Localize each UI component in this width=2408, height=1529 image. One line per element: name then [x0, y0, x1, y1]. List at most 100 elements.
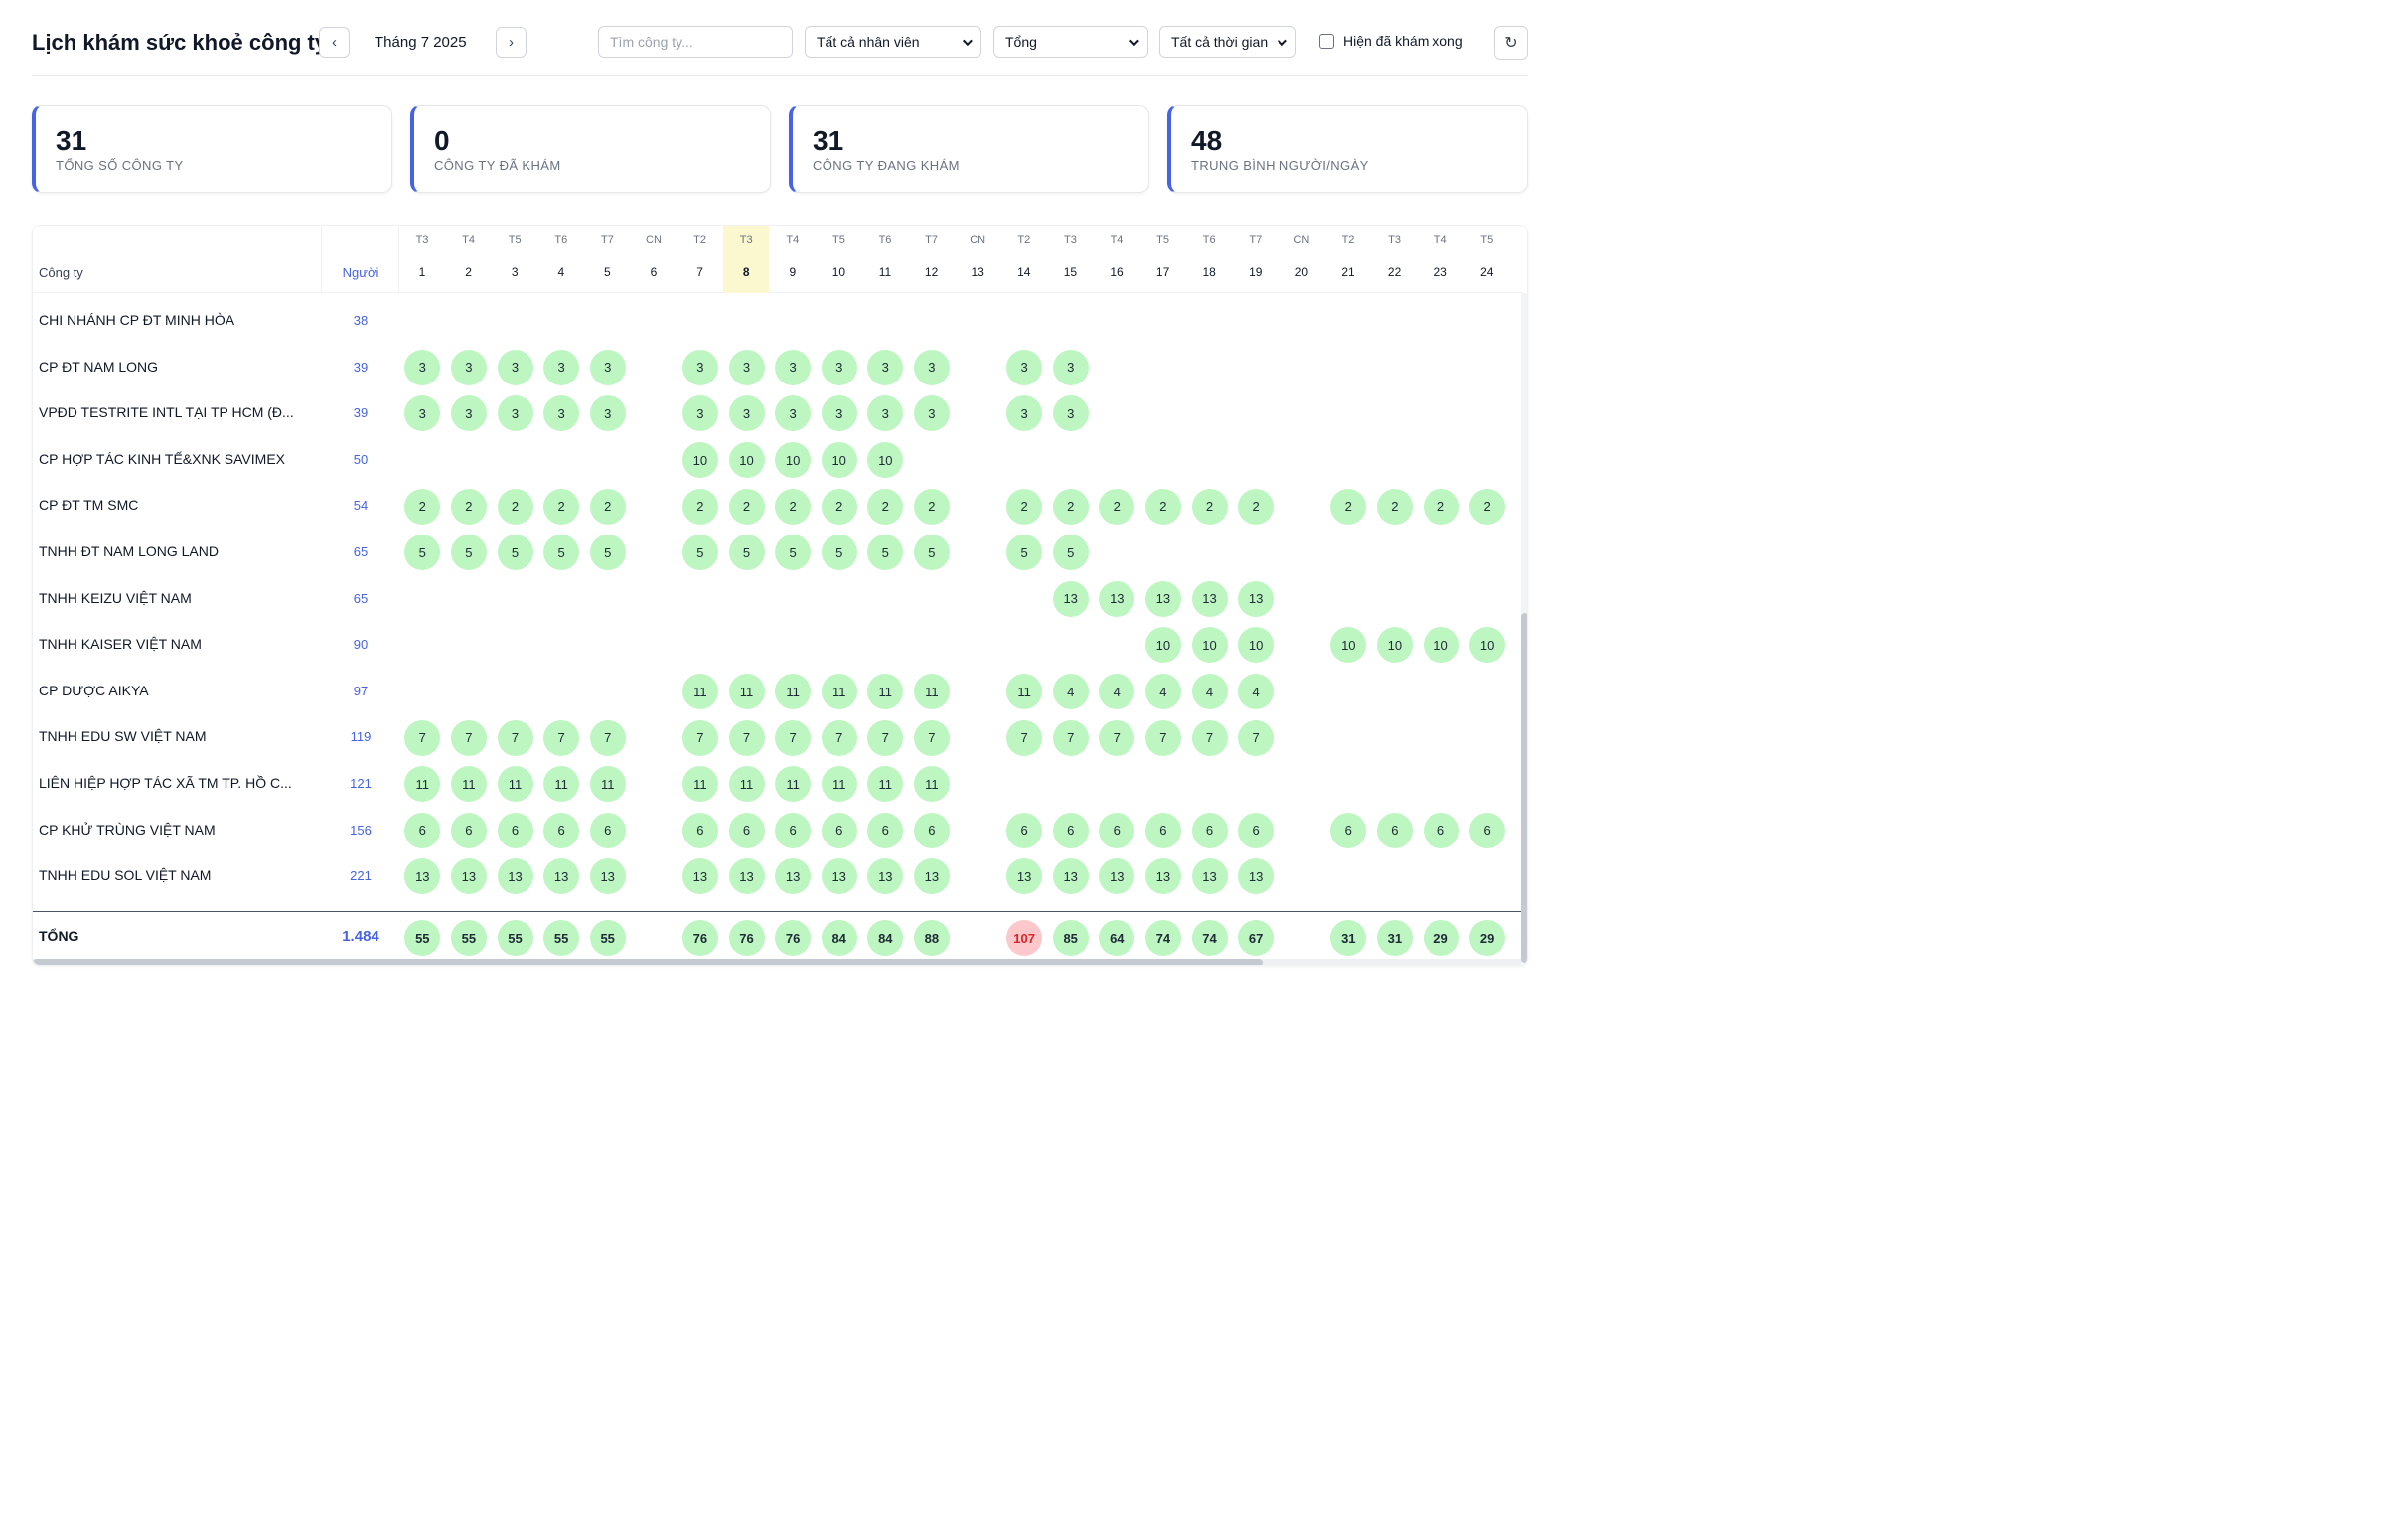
schedule-cell[interactable]: 7	[450, 719, 487, 756]
schedule-cell[interactable]: 7	[913, 719, 950, 756]
schedule-cell[interactable]: 3	[867, 395, 904, 432]
company-name[interactable]: TNHH KAISER VIỆT NAM	[39, 636, 317, 652]
schedule-cell[interactable]: 6	[450, 812, 487, 848]
schedule-cell[interactable]: 5	[821, 535, 857, 571]
schedule-cell[interactable]: 7	[867, 719, 904, 756]
schedule-cell[interactable]: 3	[497, 349, 533, 385]
schedule-cell[interactable]: 3	[728, 349, 765, 385]
schedule-cell[interactable]: 6	[1144, 812, 1181, 848]
company-name[interactable]: CP DƯỢC AIKYA	[39, 683, 317, 698]
schedule-cell[interactable]: 3	[681, 395, 718, 432]
schedule-cell[interactable]: 13	[1006, 858, 1043, 895]
schedule-cell[interactable]: 13	[404, 858, 441, 895]
schedule-cell[interactable]: 2	[1099, 488, 1135, 525]
search-input[interactable]	[598, 26, 793, 58]
schedule-cell[interactable]: 2	[1376, 488, 1413, 525]
schedule-cell[interactable]: 2	[1191, 488, 1228, 525]
schedule-cell[interactable]: 11	[867, 766, 904, 803]
schedule-cell[interactable]: 13	[681, 858, 718, 895]
schedule-cell[interactable]: 2	[543, 488, 580, 525]
schedule-cell[interactable]: 4	[1191, 674, 1228, 710]
schedule-cell[interactable]: 10	[775, 442, 812, 479]
schedule-cell[interactable]: 4	[1099, 674, 1135, 710]
schedule-cell[interactable]: 7	[1144, 719, 1181, 756]
schedule-cell[interactable]: 3	[1052, 349, 1089, 385]
schedule-cell[interactable]: 10	[1191, 627, 1228, 664]
schedule-cell[interactable]: 11	[821, 766, 857, 803]
schedule-cell[interactable]: 6	[867, 812, 904, 848]
schedule-cell[interactable]: 2	[589, 488, 626, 525]
schedule-cell[interactable]: 13	[1191, 580, 1228, 617]
schedule-cell[interactable]: 2	[1238, 488, 1275, 525]
schedule-cell[interactable]: 3	[681, 349, 718, 385]
schedule-cell[interactable]: 11	[913, 674, 950, 710]
table-row[interactable]: TNHH EDU SOL VIỆT NAM 221 13 13 13 13 13 13 13 13…	[33, 853, 1523, 899]
schedule-cell[interactable]: 3	[775, 395, 812, 432]
schedule-cell[interactable]: 5	[1006, 535, 1043, 571]
schedule-cell[interactable]: 13	[1144, 858, 1181, 895]
next-month-button[interactable]: ›	[496, 27, 527, 58]
schedule-cell[interactable]: 13	[1052, 858, 1089, 895]
company-name[interactable]: TNHH ĐT NAM LONG LAND	[39, 543, 317, 559]
schedule-cell[interactable]: 6	[821, 812, 857, 848]
schedule-cell[interactable]: 6	[1052, 812, 1089, 848]
schedule-cell[interactable]: 7	[728, 719, 765, 756]
schedule-cell[interactable]: 7	[775, 719, 812, 756]
schedule-cell[interactable]: 6	[728, 812, 765, 848]
schedule-cell[interactable]: 10	[1238, 627, 1275, 664]
schedule-cell[interactable]: 3	[821, 395, 857, 432]
schedule-cell[interactable]: 3	[497, 395, 533, 432]
schedule-cell[interactable]: 13	[589, 858, 626, 895]
schedule-cell[interactable]: 11	[681, 674, 718, 710]
schedule-cell[interactable]: 5	[404, 535, 441, 571]
schedule-cell[interactable]: 7	[543, 719, 580, 756]
schedule-cell[interactable]: 6	[589, 812, 626, 848]
company-name[interactable]: TNHH EDU SOL VIỆT NAM	[39, 867, 317, 883]
company-name[interactable]: TNHH KEIZU VIỆT NAM	[39, 590, 317, 606]
schedule-cell[interactable]: 10	[1469, 627, 1506, 664]
schedule-cell[interactable]: 2	[1330, 488, 1367, 525]
schedule-cell[interactable]: 13	[1099, 858, 1135, 895]
schedule-cell[interactable]: 4	[1052, 674, 1089, 710]
schedule-cell[interactable]: 13	[497, 858, 533, 895]
schedule-cell[interactable]: 11	[497, 766, 533, 803]
schedule-cell[interactable]: 6	[1423, 812, 1459, 848]
schedule-cell[interactable]: 3	[1052, 395, 1089, 432]
schedule-cell[interactable]: 13	[1052, 580, 1089, 617]
schedule-cell[interactable]: 3	[913, 395, 950, 432]
view-filter-select[interactable]: Tổng	[993, 26, 1148, 58]
schedule-cell[interactable]: 6	[497, 812, 533, 848]
schedule-cell[interactable]: 11	[404, 766, 441, 803]
schedule-cell[interactable]: 7	[589, 719, 626, 756]
schedule-cell[interactable]: 6	[1376, 812, 1413, 848]
table-row[interactable]: CP KHỬ TRÙNG VIỆT NAM 156 6 6 6 6 6 6 6 6 6 6 6 6 6 6 6 6…	[33, 808, 1523, 853]
schedule-cell[interactable]: 3	[404, 395, 441, 432]
schedule-cell[interactable]: 2	[681, 488, 718, 525]
schedule-cell[interactable]: 3	[1006, 349, 1043, 385]
schedule-cell[interactable]: 10	[1144, 627, 1181, 664]
schedule-cell[interactable]: 2	[497, 488, 533, 525]
schedule-cell[interactable]: 11	[775, 674, 812, 710]
company-name[interactable]: TNHH EDU SW VIỆT NAM	[39, 728, 317, 744]
schedule-cell[interactable]: 10	[1330, 627, 1367, 664]
schedule-cell[interactable]: 13	[543, 858, 580, 895]
schedule-cell[interactable]: 13	[913, 858, 950, 895]
schedule-cell[interactable]: 10	[1376, 627, 1413, 664]
schedule-cell[interactable]: 13	[821, 858, 857, 895]
horizontal-scrollbar[interactable]	[33, 959, 1521, 965]
schedule-cell[interactable]: 11	[728, 766, 765, 803]
table-row[interactable]: CHI NHÁNH CP ĐT MINH HÒA 38	[33, 298, 1523, 344]
schedule-cell[interactable]: 2	[867, 488, 904, 525]
schedule-cell[interactable]: 5	[589, 535, 626, 571]
table-row[interactable]: CP ĐT NAM LONG 39 3 3 3 3 3 3 3 3 3 3 3 3 3	[33, 345, 1523, 390]
schedule-cell[interactable]: 2	[1006, 488, 1043, 525]
vertical-scrollbar[interactable]	[1521, 293, 1527, 963]
schedule-cell[interactable]: 7	[497, 719, 533, 756]
schedule-cell[interactable]: 7	[1052, 719, 1089, 756]
schedule-cell[interactable]: 3	[775, 349, 812, 385]
schedule-cell[interactable]: 6	[1191, 812, 1228, 848]
schedule-cell[interactable]: 7	[681, 719, 718, 756]
schedule-cell[interactable]: 13	[1099, 580, 1135, 617]
company-name[interactable]: CHI NHÁNH CP ĐT MINH HÒA	[39, 312, 317, 328]
schedule-cell[interactable]: 3	[404, 349, 441, 385]
